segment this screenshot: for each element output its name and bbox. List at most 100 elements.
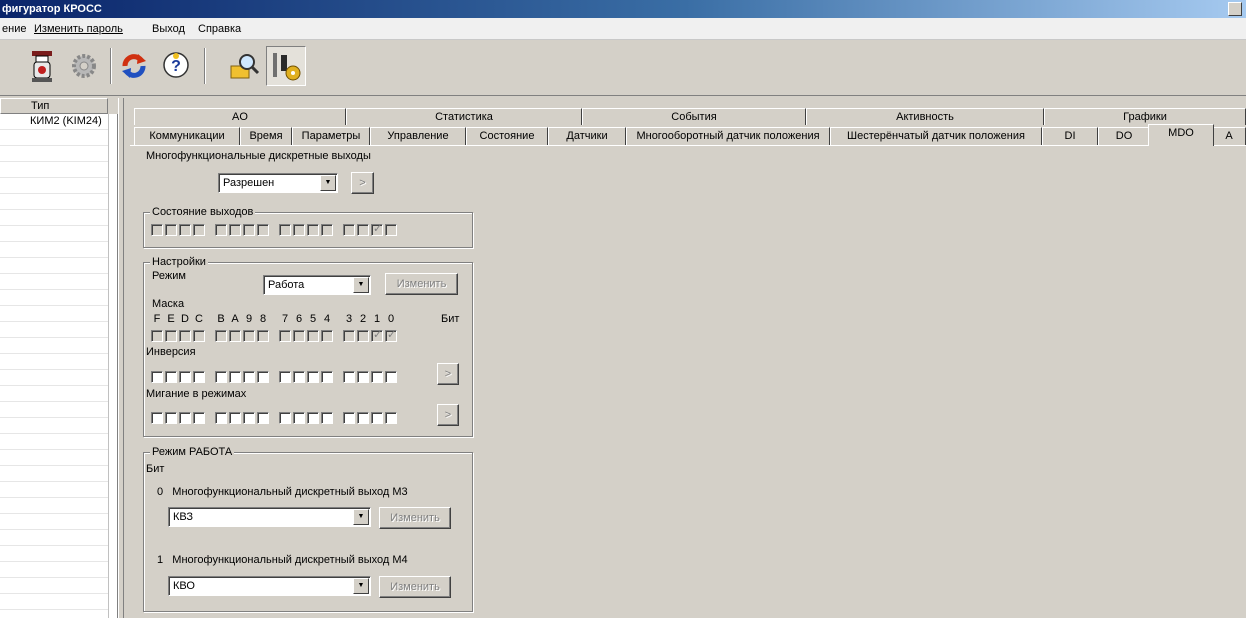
device-list-header-type[interactable]: Тип	[0, 98, 108, 114]
output-m4-change-button[interactable]: Изменить	[379, 576, 451, 598]
inversion-checkbox[interactable]	[321, 371, 333, 383]
tab-параметры[interactable]: Параметры	[292, 127, 370, 145]
tab-top-1[interactable]: Статистика	[346, 108, 582, 125]
blink-checkbox[interactable]	[151, 412, 163, 424]
list-item[interactable]	[0, 514, 108, 530]
inversion-checkbox[interactable]	[343, 371, 355, 383]
blink-checkbox[interactable]	[321, 412, 333, 424]
list-item[interactable]: КИМ2 (KIM24)	[0, 114, 108, 130]
inversion-checkbox[interactable]	[279, 371, 291, 383]
inversion-checkbox[interactable]	[243, 371, 255, 383]
settings-gear-icon[interactable]	[64, 46, 104, 86]
panel-splitter[interactable]	[118, 98, 124, 618]
enable-apply-button[interactable]: >	[351, 172, 374, 194]
tab-do[interactable]: DO	[1098, 127, 1150, 145]
tab-mdo[interactable]: MDO	[1148, 124, 1214, 146]
blink-checkbox[interactable]	[307, 412, 319, 424]
blink-checkbox[interactable]	[343, 412, 355, 424]
list-item[interactable]	[0, 370, 108, 386]
blink-checkbox[interactable]	[215, 412, 227, 424]
chevron-down-icon[interactable]: ▼	[320, 175, 336, 191]
blink-checkbox[interactable]	[229, 412, 241, 424]
list-item[interactable]	[0, 178, 108, 194]
list-item[interactable]	[0, 130, 108, 146]
window-control-button[interactable]	[1228, 2, 1242, 16]
menu-exit[interactable]: Выход	[152, 23, 185, 35]
tab-коммуникации[interactable]: Коммуникации	[134, 127, 240, 145]
tab-многооборотный-датчик-положения[interactable]: Многооборотный датчик положения	[626, 127, 830, 145]
tab-top-2[interactable]: События	[582, 108, 806, 125]
tab-датчики[interactable]: Датчики	[548, 127, 626, 145]
tab-top-0[interactable]: AO	[134, 108, 346, 125]
refresh-icon[interactable]	[114, 46, 154, 86]
list-item[interactable]	[0, 274, 108, 290]
list-item[interactable]	[0, 546, 108, 562]
list-item[interactable]	[0, 434, 108, 450]
tab-состояние[interactable]: Состояние	[466, 127, 548, 145]
tab-a[interactable]: A	[1212, 127, 1246, 145]
tab-top-3[interactable]: Активность	[806, 108, 1044, 125]
tab-время[interactable]: Время	[240, 127, 292, 145]
help-icon[interactable]: ?	[156, 46, 196, 86]
inversion-checkbox[interactable]	[385, 371, 397, 383]
inversion-checkbox[interactable]	[307, 371, 319, 383]
tools-icon[interactable]	[266, 46, 306, 86]
inversion-checkbox[interactable]	[193, 371, 205, 383]
inversion-checkbox[interactable]	[215, 371, 227, 383]
chevron-down-icon[interactable]: ▼	[353, 277, 369, 293]
tab-di[interactable]: DI	[1042, 127, 1098, 145]
list-item[interactable]	[0, 578, 108, 594]
list-item[interactable]	[0, 482, 108, 498]
list-item[interactable]	[0, 466, 108, 482]
blink-checkbox[interactable]	[179, 412, 191, 424]
enable-select[interactable]: Разрешен ▼	[218, 173, 338, 193]
inversion-apply-button[interactable]: >	[437, 363, 459, 385]
list-item[interactable]	[0, 306, 108, 322]
list-item[interactable]	[0, 290, 108, 306]
menu-connection[interactable]: ение	[2, 23, 26, 35]
inversion-checkbox[interactable]	[229, 371, 241, 383]
menu-change-password[interactable]: Изменить пароль	[34, 23, 123, 35]
list-item[interactable]	[0, 242, 108, 258]
chevron-down-icon[interactable]: ▼	[353, 509, 369, 525]
tab-шестерёнчатый-датчик-положения[interactable]: Шестерёнчатый датчик положения	[830, 127, 1042, 145]
blink-apply-button[interactable]: >	[437, 404, 459, 426]
list-item[interactable]	[0, 562, 108, 578]
blink-checkbox[interactable]	[385, 412, 397, 424]
list-item[interactable]	[0, 226, 108, 242]
list-item[interactable]	[0, 146, 108, 162]
blink-checkbox[interactable]	[165, 412, 177, 424]
blink-checkbox[interactable]	[243, 412, 255, 424]
device-icon[interactable]	[22, 46, 62, 86]
tab-управление[interactable]: Управление	[370, 127, 466, 145]
inversion-checkbox[interactable]	[179, 371, 191, 383]
list-item[interactable]	[0, 402, 108, 418]
output-m3-select[interactable]: КВЗ ▼	[168, 507, 371, 527]
list-item[interactable]	[0, 498, 108, 514]
inversion-checkbox[interactable]	[293, 371, 305, 383]
mode-select[interactable]: Работа ▼	[263, 275, 371, 295]
blink-checkbox[interactable]	[279, 412, 291, 424]
list-item[interactable]	[0, 210, 108, 226]
inversion-checkbox[interactable]	[371, 371, 383, 383]
blink-checkbox[interactable]	[257, 412, 269, 424]
blink-checkbox[interactable]	[293, 412, 305, 424]
mode-change-button[interactable]: Изменить	[385, 273, 458, 295]
list-item[interactable]	[0, 530, 108, 546]
list-item[interactable]	[0, 450, 108, 466]
blink-checkbox[interactable]	[193, 412, 205, 424]
inversion-checkbox[interactable]	[257, 371, 269, 383]
list-item[interactable]	[0, 258, 108, 274]
inversion-checkbox[interactable]	[357, 371, 369, 383]
list-item[interactable]	[0, 354, 108, 370]
search-tool-icon[interactable]	[224, 46, 264, 86]
list-item[interactable]	[0, 322, 108, 338]
output-m4-select[interactable]: КВО ▼	[168, 576, 371, 596]
list-item[interactable]	[0, 338, 108, 354]
inversion-checkbox[interactable]	[165, 371, 177, 383]
chevron-down-icon[interactable]: ▼	[353, 578, 369, 594]
tab-top-4[interactable]: Графики	[1044, 108, 1246, 125]
list-item[interactable]	[0, 162, 108, 178]
list-item[interactable]	[0, 418, 108, 434]
blink-checkbox[interactable]	[371, 412, 383, 424]
